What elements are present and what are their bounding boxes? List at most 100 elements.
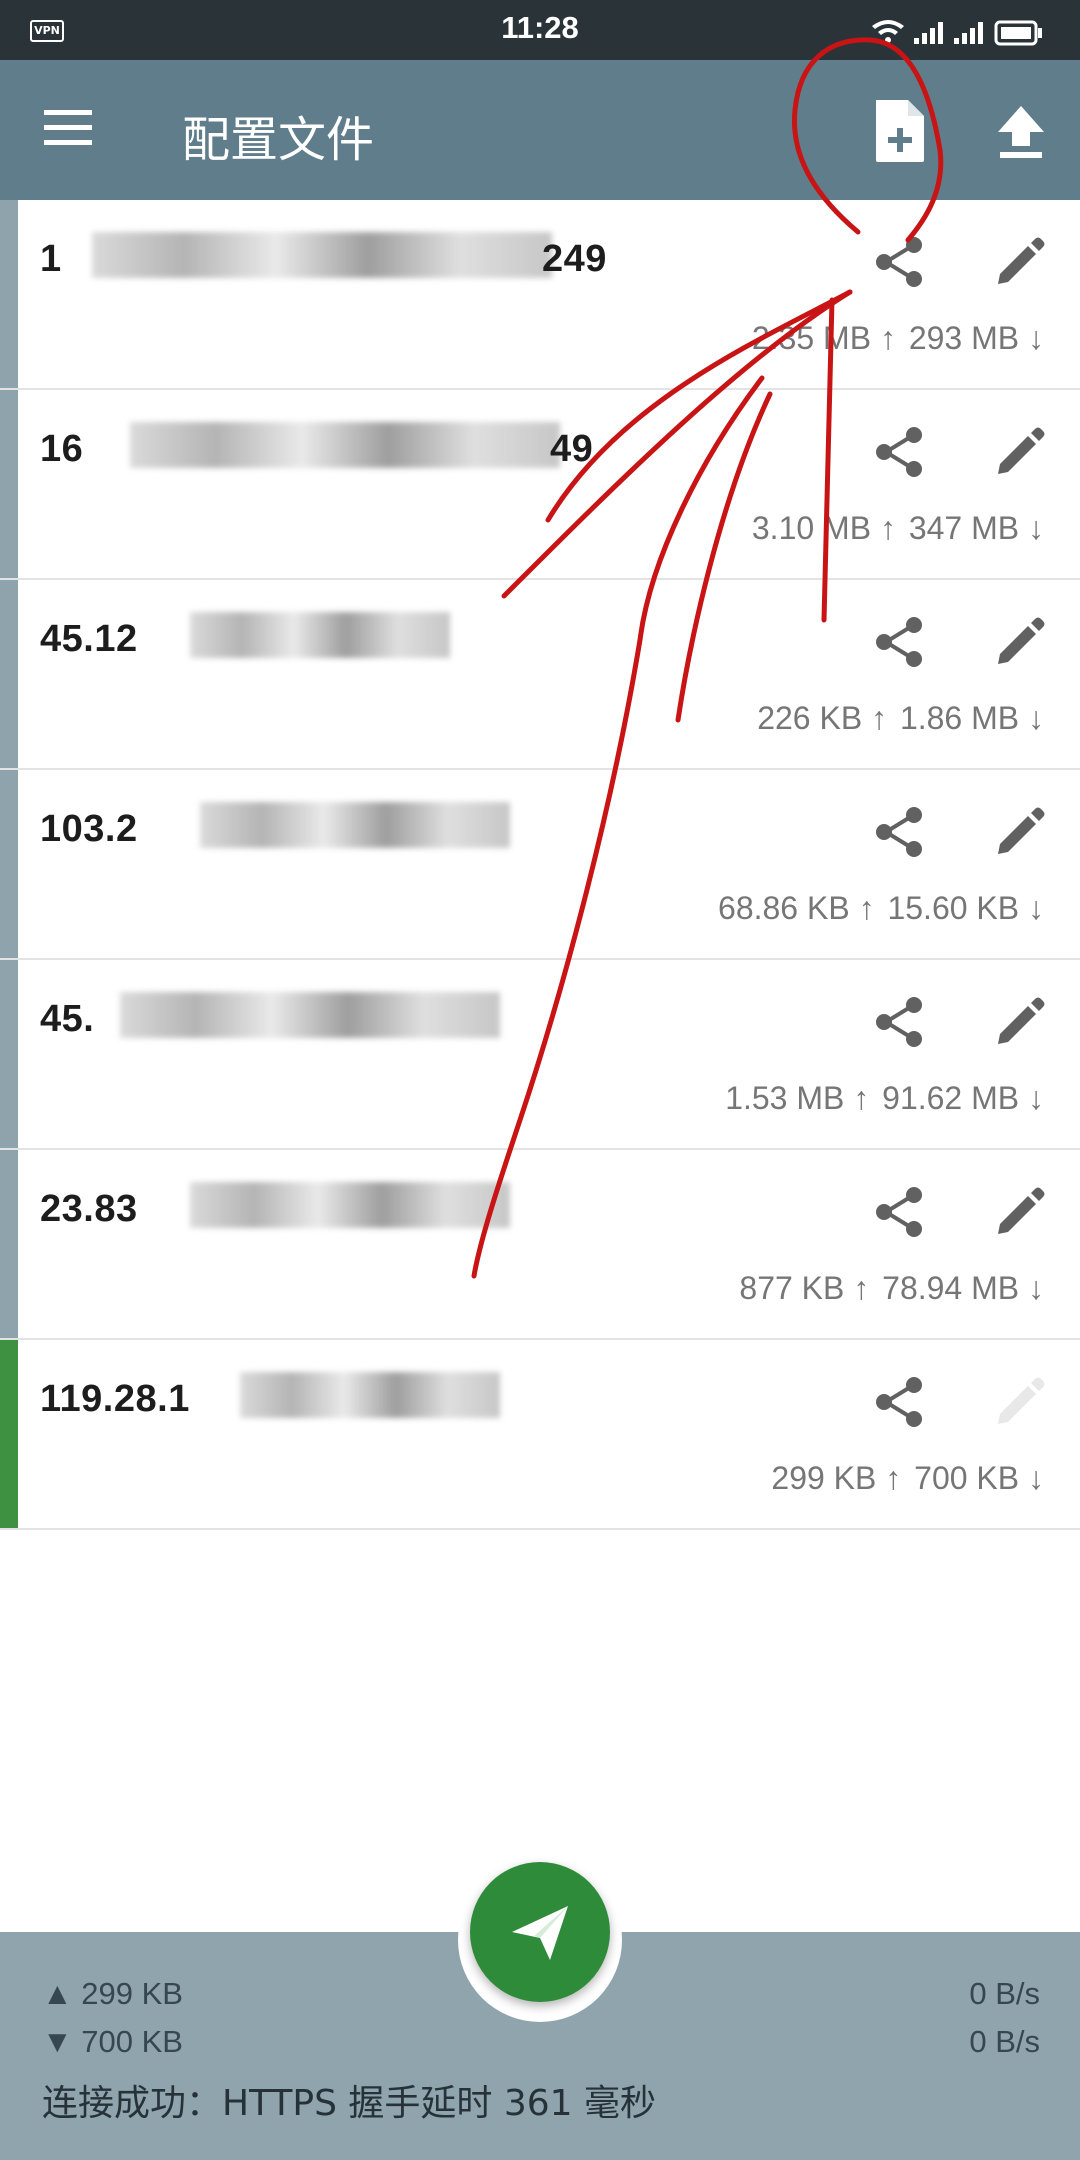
download-amount: 78.94 MB ↓ (873, 1270, 1044, 1306)
redacted-address (120, 992, 500, 1038)
edit-button[interactable] (992, 1374, 1048, 1430)
edit-button[interactable] (992, 1184, 1048, 1240)
share-icon (876, 237, 922, 287)
share-icon (876, 1187, 922, 1237)
row-indicator (0, 200, 18, 388)
wifi-icon (872, 20, 904, 43)
download-amount: 15.60 KB ↓ (878, 890, 1044, 926)
share-button[interactable] (872, 614, 928, 670)
page-title: 配置文件 (182, 112, 375, 168)
server-address: 45.12 (40, 618, 138, 660)
server-address: 16 (40, 428, 84, 470)
upload-icon (998, 106, 1044, 158)
upload-total: ▲ 299 KB (42, 1976, 183, 2011)
upload-amount: 877 KB ↑ (739, 1270, 870, 1306)
connection-status: 连接成功：HTTPS 握手延时 361 毫秒 (42, 2083, 657, 2124)
status-icons (872, 16, 1052, 46)
server-address: 45. (40, 998, 95, 1040)
traffic-stats: 1.53 MB ↑ 91.62 MB ↓ (721, 1080, 1044, 1117)
traffic-stats: 299 KB ↑ 700 KB ↓ (767, 1460, 1044, 1497)
profile-row[interactable]: 1 249 2.35 MB ↑ 293 MB ↓ (0, 200, 1080, 390)
row-indicator (0, 1150, 18, 1338)
redacted-address (92, 232, 552, 278)
server-address: 23.83 (40, 1188, 138, 1230)
profile-list: 1 249 2.35 MB ↑ 293 MB ↓ 16 49 3.10 MB ↑ 347 … (0, 200, 1080, 1530)
edit-icon (998, 1377, 1045, 1424)
share-icon (876, 617, 922, 667)
redacted-address (200, 802, 510, 848)
add-file-icon (876, 100, 924, 162)
active-indicator (0, 1340, 18, 1528)
server-address: 103.2 (40, 808, 138, 850)
edit-button[interactable] (992, 424, 1048, 480)
share-button[interactable] (872, 994, 928, 1050)
server-port: 49 (550, 428, 594, 470)
upload-amount: 2.35 MB ↑ (751, 320, 896, 356)
edit-icon (998, 807, 1045, 854)
battery-icon (994, 20, 1042, 46)
status-bar: VPN 11:28 (0, 0, 1080, 60)
redacted-address (190, 1182, 510, 1228)
redacted-address (240, 1372, 500, 1418)
traffic-stats: 2.35 MB ↑ 293 MB ↓ (748, 320, 1044, 357)
download-amount: 91.62 MB ↓ (873, 1080, 1044, 1116)
download-speed: 0 B/s (969, 2024, 1040, 2059)
traffic-stats: 226 KB ↑ 1.86 MB ↓ (753, 700, 1044, 737)
edit-button[interactable] (992, 994, 1048, 1050)
server-address: 1 (40, 238, 62, 280)
edit-icon (998, 997, 1045, 1044)
send-icon (512, 1906, 568, 1960)
profile-row[interactable]: 119.28.1 299 KB ↑ 700 KB ↓ (0, 1340, 1080, 1530)
share-button[interactable] (872, 804, 928, 860)
row-indicator (0, 390, 18, 578)
profile-row[interactable]: 103.2 68.86 KB ↑ 15.60 KB ↓ (0, 770, 1080, 960)
share-icon (876, 1377, 922, 1427)
redacted-address (130, 422, 560, 468)
upload-amount: 226 KB ↑ (757, 700, 888, 736)
row-indicator (0, 770, 18, 958)
edit-button[interactable] (992, 614, 1048, 670)
profile-row[interactable]: 16 49 3.10 MB ↑ 347 MB ↓ (0, 390, 1080, 580)
connect-button[interactable] (470, 1862, 610, 2002)
profile-row[interactable]: 45. 1.53 MB ↑ 91.62 MB ↓ (0, 960, 1080, 1150)
menu-button[interactable] (44, 106, 94, 150)
profile-row[interactable]: 23.83 877 KB ↑ 78.94 MB ↓ (0, 1150, 1080, 1340)
share-button[interactable] (872, 424, 928, 480)
menu-icon (44, 110, 92, 145)
share-icon (876, 427, 922, 477)
row-indicator (0, 960, 18, 1148)
app-toolbar: 配置文件 (0, 60, 1080, 200)
upload-amount: 1.53 MB ↑ (725, 1080, 870, 1116)
edit-button[interactable] (992, 804, 1048, 860)
redacted-address (190, 612, 450, 658)
share-button[interactable] (872, 234, 928, 290)
signal-sim2-icon (954, 22, 983, 44)
upload-amount: 68.86 KB ↑ (718, 890, 875, 926)
edit-button[interactable] (992, 234, 1048, 290)
signal-icon (914, 22, 943, 44)
edit-icon (998, 1187, 1045, 1234)
server-port: 249 (542, 238, 607, 280)
profile-row[interactable]: 45.12 226 KB ↑ 1.86 MB ↓ (0, 580, 1080, 770)
share-button[interactable] (872, 1184, 928, 1240)
upload-speed: 0 B/s (969, 1976, 1040, 2011)
traffic-stats: 3.10 MB ↑ 347 MB ↓ (748, 510, 1044, 547)
share-button[interactable] (872, 1374, 928, 1430)
traffic-stats: 68.86 KB ↑ 15.60 KB ↓ (714, 890, 1044, 927)
row-indicator (0, 580, 18, 768)
download-amount: 1.86 MB ↓ (891, 700, 1044, 736)
download-amount: 700 KB ↓ (905, 1460, 1044, 1496)
edit-icon (998, 617, 1045, 664)
traffic-stats: 877 KB ↑ 78.94 MB ↓ (735, 1270, 1044, 1307)
share-icon (876, 807, 922, 857)
download-amount: 347 MB ↓ (899, 510, 1044, 546)
share-icon (876, 997, 922, 1047)
upload-button[interactable] (996, 104, 1046, 160)
edit-icon (998, 237, 1045, 284)
download-total: ▼ 700 KB (42, 2024, 183, 2059)
upload-amount: 299 KB ↑ (771, 1460, 902, 1496)
download-amount: 293 MB ↓ (899, 320, 1044, 356)
upload-amount: 3.10 MB ↑ (751, 510, 896, 546)
add-profile-button[interactable] (872, 98, 928, 164)
server-address: 119.28.1 (40, 1378, 190, 1420)
